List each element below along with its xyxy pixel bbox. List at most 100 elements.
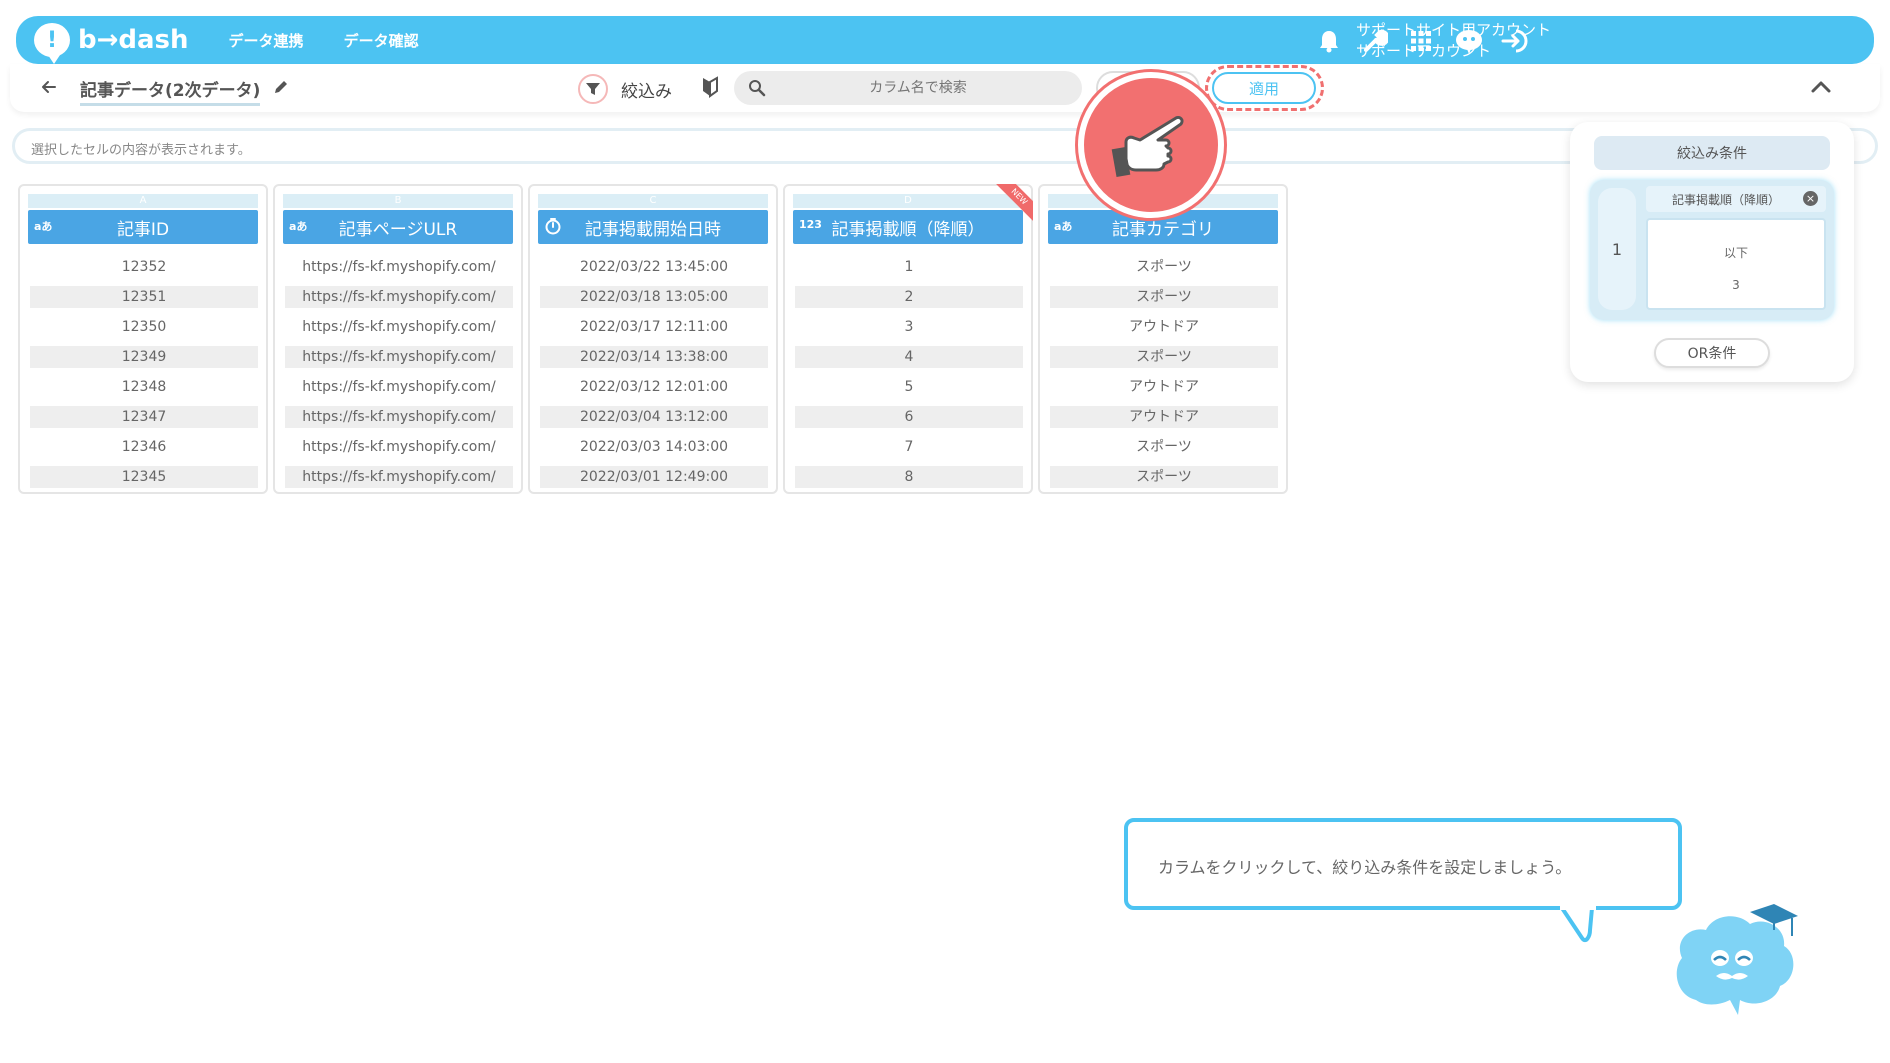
condition-column-name: 記事掲載順（降順）	[1671, 192, 1780, 207]
column-header-label: 記事ページULR	[338, 219, 458, 240]
column-letter: B	[283, 194, 513, 208]
condition-value: 3	[1732, 278, 1740, 292]
column-article-id[interactable]: A aあ 記事ID 12352 12351 12350 12349 12348 …	[18, 184, 268, 494]
column-header[interactable]: aあ 記事ページULR	[283, 210, 513, 244]
table-cell[interactable]: 2022/03/17 12:11:00	[540, 316, 768, 338]
table-cell[interactable]: 3	[795, 316, 1023, 338]
table-cell[interactable]: 5	[795, 376, 1023, 398]
top-nav: ! b→dash データ連携 データ確認 サポートサイト用アカウント サポートア…	[16, 16, 1874, 64]
column-article-category[interactable]: aあ 記事カテゴリ スポーツ スポーツ アウトドア スポーツ アウトドア アウト…	[1038, 184, 1288, 494]
tutorial-message: カラムをクリックして、絞り込み条件を設定しましょう。	[1158, 858, 1572, 877]
table-cell[interactable]: https://fs-kf.myshopify.com/	[285, 376, 513, 398]
column-letter: C	[538, 194, 768, 208]
text-type-icon: aあ	[34, 220, 53, 233]
filter-label: 絞込み	[621, 82, 672, 102]
or-condition-button[interactable]: OR条件	[1654, 338, 1770, 368]
text-type-icon: aあ	[1054, 220, 1073, 233]
table-cell[interactable]: 2	[795, 286, 1023, 308]
text-type-icon: aあ	[289, 220, 308, 233]
apply-button[interactable]: 適用	[1212, 72, 1316, 104]
pointing-hand-icon	[1078, 72, 1224, 218]
table-cell[interactable]: 2022/03/22 13:45:00	[540, 256, 768, 278]
sub-header: 記事データ(2次データ) 絞込み 適用	[10, 64, 1880, 112]
table-cell[interactable]: https://fs-kf.myshopify.com/	[285, 286, 513, 308]
search-icon	[748, 79, 766, 101]
column-publish-start-datetime[interactable]: C 記事掲載開始日時 2022/03/22 13:45:00 2022/03/1…	[528, 184, 778, 494]
filter-panel-title: 絞込み条件	[1594, 136, 1830, 170]
column-letter: A	[28, 194, 258, 208]
table-cell[interactable]: 4	[795, 346, 1023, 368]
table-cell[interactable]: https://fs-kf.myshopify.com/	[285, 466, 513, 488]
filter-conditions-panel: 絞込み条件 1 記事掲載順（降順） × 以下 3 OR条件	[1570, 122, 1854, 382]
column-header[interactable]: 記事掲載開始日時	[538, 210, 768, 244]
grid-icon[interactable]	[1404, 24, 1438, 58]
search-input[interactable]	[734, 71, 1082, 105]
condition-detail[interactable]: 以下 3	[1646, 218, 1826, 310]
table-cell[interactable]: スポーツ	[1050, 346, 1278, 368]
table-cell[interactable]: 12349	[30, 346, 258, 368]
table-cell[interactable]: https://fs-kf.myshopify.com/	[285, 436, 513, 458]
table-cell[interactable]: 12345	[30, 466, 258, 488]
column-letter: D	[793, 194, 1023, 208]
nav-link-data-integration[interactable]: データ連携	[229, 30, 304, 51]
table-cell[interactable]: スポーツ	[1050, 286, 1278, 308]
column-article-page-url[interactable]: B aあ 記事ページULR https://fs-kf.myshopify.co…	[273, 184, 523, 494]
table-cell[interactable]: https://fs-kf.myshopify.com/	[285, 316, 513, 338]
condition-group-number: 1	[1598, 188, 1636, 310]
chevron-up-icon[interactable]	[1810, 78, 1832, 98]
table-cell[interactable]: https://fs-kf.myshopify.com/	[285, 256, 513, 278]
table-cell[interactable]: 2022/03/01 12:49:00	[540, 466, 768, 488]
condition-column-chip[interactable]: 記事掲載順（降順） ×	[1646, 186, 1826, 212]
mascot-head-icon[interactable]	[1452, 24, 1486, 58]
logo-text: b→dash	[78, 25, 189, 55]
table-cell[interactable]: 2022/03/03 14:03:00	[540, 436, 768, 458]
back-arrow-icon[interactable]	[40, 78, 58, 100]
table-cell[interactable]: 2022/03/14 13:38:00	[540, 346, 768, 368]
mascot-character-icon	[1676, 904, 1798, 1015]
table-cell[interactable]: スポーツ	[1050, 256, 1278, 278]
beginner-mark-icon[interactable]	[700, 76, 720, 102]
table-cell[interactable]: 6	[795, 406, 1023, 428]
table-cell[interactable]: 12346	[30, 436, 258, 458]
table-cell[interactable]: アウトドア	[1050, 406, 1278, 428]
bell-icon[interactable]	[1312, 24, 1346, 58]
nav-link-data-check[interactable]: データ確認	[344, 30, 419, 51]
table-cell[interactable]: 12348	[30, 376, 258, 398]
table-cell[interactable]: 8	[795, 466, 1023, 488]
table-cell[interactable]: アウトドア	[1050, 316, 1278, 338]
table-cell[interactable]: https://fs-kf.myshopify.com/	[285, 346, 513, 368]
wrench-icon[interactable]	[1358, 24, 1392, 58]
column-header[interactable]: 123 記事掲載順（降順）	[793, 210, 1023, 244]
table-cell[interactable]: 2022/03/04 13:12:00	[540, 406, 768, 428]
column-header[interactable]: aあ 記事ID	[28, 210, 258, 244]
table-cell[interactable]: 12352	[30, 256, 258, 278]
column-header-label: 記事掲載開始日時	[585, 219, 721, 240]
column-header-label: 記事カテゴリ	[1112, 219, 1214, 240]
timer-type-icon	[544, 217, 562, 238]
table-cell[interactable]: 2022/03/12 12:01:00	[540, 376, 768, 398]
filter-condition-group[interactable]: 1 記事掲載順（降順） × 以下 3	[1590, 180, 1834, 320]
column-header-label: 記事掲載順（降順）	[831, 219, 985, 240]
column-search[interactable]	[734, 71, 1082, 105]
logo-icon: !	[34, 23, 70, 64]
filter-icon[interactable]	[578, 74, 608, 104]
table-cell[interactable]: https://fs-kf.myshopify.com/	[285, 406, 513, 428]
table-cell[interactable]: スポーツ	[1050, 466, 1278, 488]
number-type-icon: 123	[799, 218, 822, 231]
speech-bubble-tail	[1560, 906, 1596, 943]
condition-operator: 以下	[1723, 246, 1748, 260]
table-cell[interactable]: 12351	[30, 286, 258, 308]
logo[interactable]: ! b→dash	[34, 23, 189, 64]
logout-icon[interactable]	[1498, 24, 1532, 58]
table-cell[interactable]: 2022/03/18 13:05:00	[540, 286, 768, 308]
pencil-icon[interactable]	[272, 78, 290, 100]
table-cell[interactable]: アウトドア	[1050, 376, 1278, 398]
column-publish-order-desc[interactable]: D NEW 123 記事掲載順（降順） 1 2 3 4 5 6 7 8	[783, 184, 1033, 494]
page-title: 記事データ(2次データ)	[80, 76, 261, 106]
table-cell[interactable]: 12350	[30, 316, 258, 338]
table-cell[interactable]: 7	[795, 436, 1023, 458]
table-cell[interactable]: 12347	[30, 406, 258, 428]
close-icon[interactable]: ×	[1803, 191, 1818, 206]
table-cell[interactable]: スポーツ	[1050, 436, 1278, 458]
table-cell[interactable]: 1	[795, 256, 1023, 278]
